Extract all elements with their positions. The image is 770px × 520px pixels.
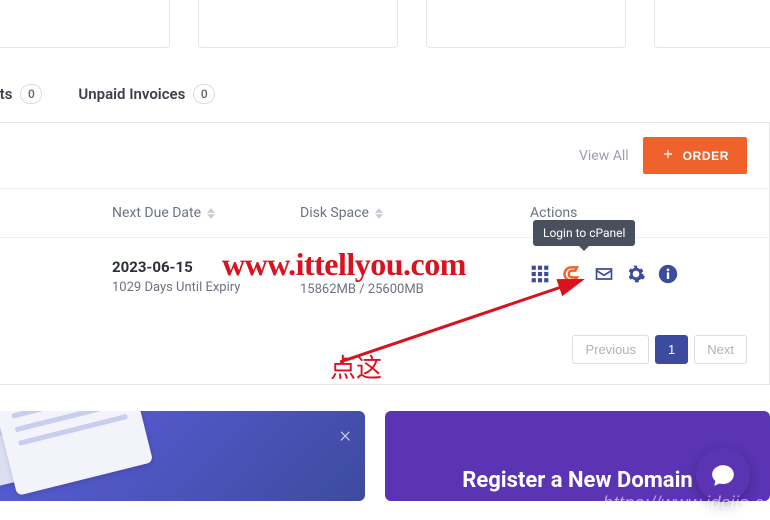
apps-grid-icon[interactable] <box>530 264 550 284</box>
top-cards-row <box>0 0 770 58</box>
table-header: Next Due Date Disk Space Actions <box>0 188 769 237</box>
order-label: ORDER <box>683 149 729 163</box>
view-all-link[interactable]: View All <box>579 148 629 164</box>
login-cpanel-tooltip: Login to cPanel <box>533 220 635 246</box>
mail-icon[interactable] <box>594 264 614 284</box>
pagination: Previous 1 Next <box>0 319 769 384</box>
unpaid-invoices-summary[interactable]: Unpaid Invoices 0 <box>78 84 215 104</box>
table-row[interactable]: 2023-06-15 1029 Days Until Expiry 15862M… <box>0 237 769 319</box>
cpanel-icon[interactable] <box>562 264 582 284</box>
panel-header: View All ORDER <box>0 123 769 188</box>
due-date-value: 2023-06-15 <box>112 258 193 276</box>
card-placeholder <box>198 0 398 48</box>
next-button[interactable]: Next <box>694 335 747 364</box>
services-panel: View All ORDER Next Due Date Disk Space … <box>0 122 770 385</box>
close-icon[interactable]: × <box>339 423 351 448</box>
invoices-count-badge: 0 <box>193 84 215 104</box>
card-placeholder <box>654 0 770 48</box>
chat-widget-button[interactable] <box>696 448 750 502</box>
prev-button[interactable]: Previous <box>572 335 649 364</box>
chat-icon <box>710 462 736 488</box>
card-placeholder <box>426 0 626 48</box>
col-header-actions: Actions <box>530 205 747 221</box>
plus-icon <box>661 147 675 164</box>
card-placeholder <box>0 0 170 48</box>
disk-usage-value: 15862MB / 25600MB <box>300 282 424 297</box>
gear-icon[interactable] <box>626 264 646 284</box>
sort-icon <box>375 208 383 219</box>
promo-card-left[interactable]: × <box>0 411 365 501</box>
promo-title: Register a New Domain <box>462 468 692 493</box>
col-header-disk[interactable]: Disk Space <box>300 205 530 221</box>
order-button[interactable]: ORDER <box>643 137 747 174</box>
col-header-due[interactable]: Next Due Date <box>112 205 300 221</box>
info-icon[interactable] <box>658 264 678 284</box>
sort-icon <box>207 208 215 219</box>
actions-cell: Login to cPanel <box>530 258 747 284</box>
tickets-label: ckets <box>0 85 12 103</box>
promo-row: × Register a New Domain <box>0 411 770 501</box>
expiry-note: 1029 Days Until Expiry <box>112 280 240 295</box>
tickets-count-badge: 0 <box>20 84 42 104</box>
page-1-button[interactable]: 1 <box>655 335 688 364</box>
invoices-label: Unpaid Invoices <box>78 85 185 103</box>
tickets-summary[interactable]: ckets 0 <box>0 84 42 104</box>
summary-row: ckets 0 Unpaid Invoices 0 <box>0 58 770 122</box>
